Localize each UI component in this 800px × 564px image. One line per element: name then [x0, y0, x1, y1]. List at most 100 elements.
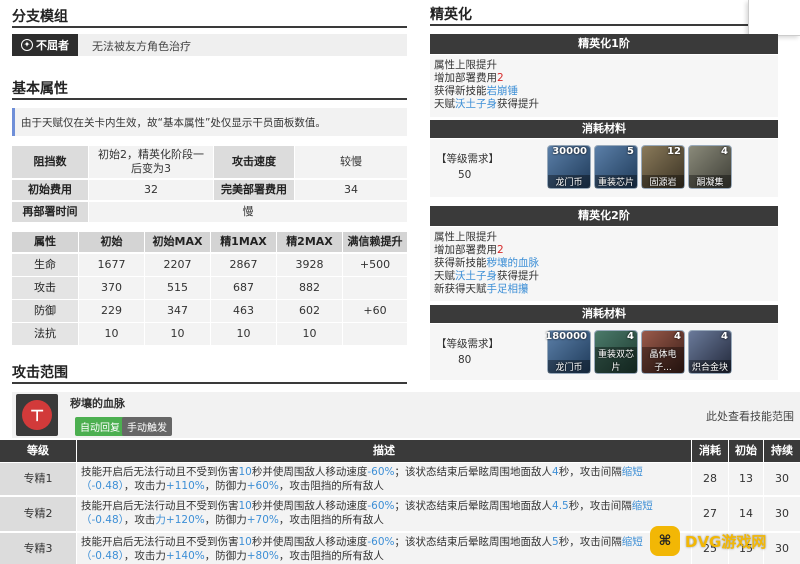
elite2-line: 属性上限提升	[434, 231, 497, 243]
item-ketone[interactable]: 4 酮凝集	[688, 145, 732, 189]
atkspd-label: 攻击速度	[214, 146, 294, 178]
branch-title: 分支模组	[12, 9, 68, 25]
elite1-line: 获得新技能岩崩锤	[434, 85, 519, 97]
stats-cell: 10	[211, 323, 276, 345]
watermark-text: DVG游戏网	[685, 532, 767, 551]
skill-col-header: 持续	[764, 440, 800, 462]
stats-cell: 463	[211, 300, 276, 322]
branch-badge: ✦ 不屈者	[12, 34, 78, 56]
stats-header: 精1MAX	[211, 232, 276, 252]
skill-col-header: 等级	[0, 440, 76, 462]
stats-cell: 687	[211, 277, 276, 299]
elite1-line: 天赋沃土子身获得提升	[434, 98, 539, 110]
level-value: 50	[458, 169, 472, 181]
talent-link[interactable]: 手足相攥	[487, 283, 529, 295]
skill-cost: 28	[692, 463, 728, 495]
range-title: 攻击范围	[12, 365, 68, 381]
item-crystal[interactable]: 4 晶体电子...	[641, 330, 685, 374]
stats-cell: +60	[343, 300, 407, 322]
elite1-body: 属性上限提升 增加部署费用2 获得新技能岩崩锤 天赋沃土子身获得提升	[430, 55, 778, 117]
stats-cell: 防御	[12, 300, 78, 322]
stats-cell	[343, 323, 407, 345]
divider	[12, 382, 407, 384]
item-dualchip[interactable]: 4 重装双芯片	[594, 330, 638, 374]
stats-cell: 10	[145, 323, 210, 345]
item-orirock[interactable]: 12 固源岩	[641, 145, 685, 189]
range-link[interactable]: 此处查看技能范围	[706, 408, 794, 424]
item-lmd[interactable]: 30000 龙门币	[547, 145, 591, 189]
stats-header: 属性	[12, 232, 78, 252]
stats-cell: 攻击	[12, 277, 78, 299]
skill-desc: 技能开启后无法行动且不受到伤害10秒并使周围敌人移动速度-60%；该状态结束后晕…	[77, 533, 691, 564]
stats-cell: 229	[79, 300, 144, 322]
hammer-icon: ⊤	[22, 400, 52, 430]
elite1-mats: 【等级需求】 50 30000 龙门币 5 重装芯片 12 固源岩 4 酮凝集	[430, 139, 778, 197]
elite2-line: 增加部署费用2	[434, 244, 504, 256]
skill-desc: 技能开启后无法行动且不受到伤害10秒并使周围敌人移动速度-60%；该状态结束后晕…	[77, 497, 691, 531]
block-label: 阻挡数	[12, 146, 88, 178]
skill-icon: ⊤	[16, 394, 58, 436]
item-alloy[interactable]: 4 炽合金块	[688, 330, 732, 374]
elite2-line: 新获得天赋手足相攥	[434, 283, 529, 295]
basic-title: 基本属性	[12, 81, 68, 97]
elite2-line: 天赋沃土子身获得提升	[434, 270, 539, 282]
stats-cell: 2867	[211, 254, 276, 276]
skill-level: 专精3	[0, 533, 76, 564]
talent-link[interactable]: 沃土子身	[455, 98, 497, 110]
branch-desc: 无法被友方角色治疗	[92, 40, 191, 53]
elite2-mat-header: 消耗材料	[430, 305, 778, 323]
skill-level: 专精1	[0, 463, 76, 495]
elite1-line: 属性上限提升	[434, 59, 497, 71]
stats-header: 满信赖提升	[343, 232, 407, 252]
stats-cell: 602	[277, 300, 342, 322]
stats-cell: 370	[79, 277, 144, 299]
stats-cell: 10	[79, 323, 144, 345]
elite1-header: 精英化1阶	[430, 34, 778, 54]
talent-link[interactable]: 沃土子身	[455, 270, 497, 282]
skill-desc: 技能开启后无法行动且不受到伤害10秒并使周围敌人移动速度-60%；该状态结束后晕…	[77, 463, 691, 495]
level-label: 【等级需求】	[436, 338, 499, 350]
stats-cell: 347	[145, 300, 210, 322]
divider	[430, 24, 778, 26]
tag-manual: 手动触发	[122, 417, 172, 436]
cost-value: 32	[89, 180, 213, 200]
skill-header: ⊤ 秽壤的血脉 自动回复 手动触发 此处查看技能范围	[12, 392, 800, 438]
stats-cell: 882	[277, 277, 342, 299]
skill-dur: 30	[764, 463, 800, 495]
fullcost-value: 34	[295, 180, 407, 200]
stats-cell: 1677	[79, 254, 144, 276]
redeploy-value: 慢	[89, 202, 407, 222]
stats-cell: +500	[343, 254, 407, 276]
stats-cell: 2207	[145, 254, 210, 276]
watermark: ⌘ DVG游戏网	[650, 522, 796, 560]
gamepad-icon: ⌘	[650, 526, 680, 556]
elite2-body: 属性上限提升 增加部署费用2 获得新技能秽壤的血脉 天赋沃土子身获得提升 新获得…	[430, 227, 778, 301]
stats-header: 初始	[79, 232, 144, 252]
stats-cell: 法抗	[12, 323, 78, 345]
skill-link[interactable]: 岩崩锤	[487, 85, 519, 97]
level-value: 80	[458, 354, 472, 366]
shield-icon: ✦	[21, 39, 33, 51]
elite2-header: 精英化2阶	[430, 206, 778, 226]
skill-col-header: 初始	[729, 440, 763, 462]
skill-name: 秽壤的血脉	[70, 397, 125, 410]
stats-cell	[343, 277, 407, 299]
cost-label: 初始费用	[12, 180, 88, 200]
skill-col-header: 描述	[77, 440, 691, 462]
redeploy-label: 再部署时间	[12, 202, 88, 222]
atkspd-value: 较慢	[295, 146, 407, 178]
fullcost-label: 完美部署费用	[214, 180, 294, 200]
skill-link[interactable]: 秽壤的血脉	[487, 257, 540, 269]
stats-header: 初始MAX	[145, 232, 210, 252]
elite2-mats: 【等级需求】 80 180000 龙门币 4 重装双芯片 4 晶体电子... 4 炽合金…	[430, 324, 778, 380]
item-lmd[interactable]: 180000 龙门币	[545, 330, 591, 374]
elite1-line: 增加部署费用2	[434, 72, 504, 84]
stats-cell: 生命	[12, 254, 78, 276]
tag-auto: 自动回复	[75, 417, 125, 436]
item-chip[interactable]: 5 重装芯片	[594, 145, 638, 189]
stats-cell: 515	[145, 277, 210, 299]
divider	[12, 26, 407, 28]
basic-note: 由于天赋仅在关卡内生效，故“基本属性”处仅显示干员面板数值。	[12, 108, 407, 136]
skill-level: 专精2	[0, 497, 76, 531]
branch-row: ✦ 不屈者 无法被友方角色治疗	[12, 34, 407, 56]
